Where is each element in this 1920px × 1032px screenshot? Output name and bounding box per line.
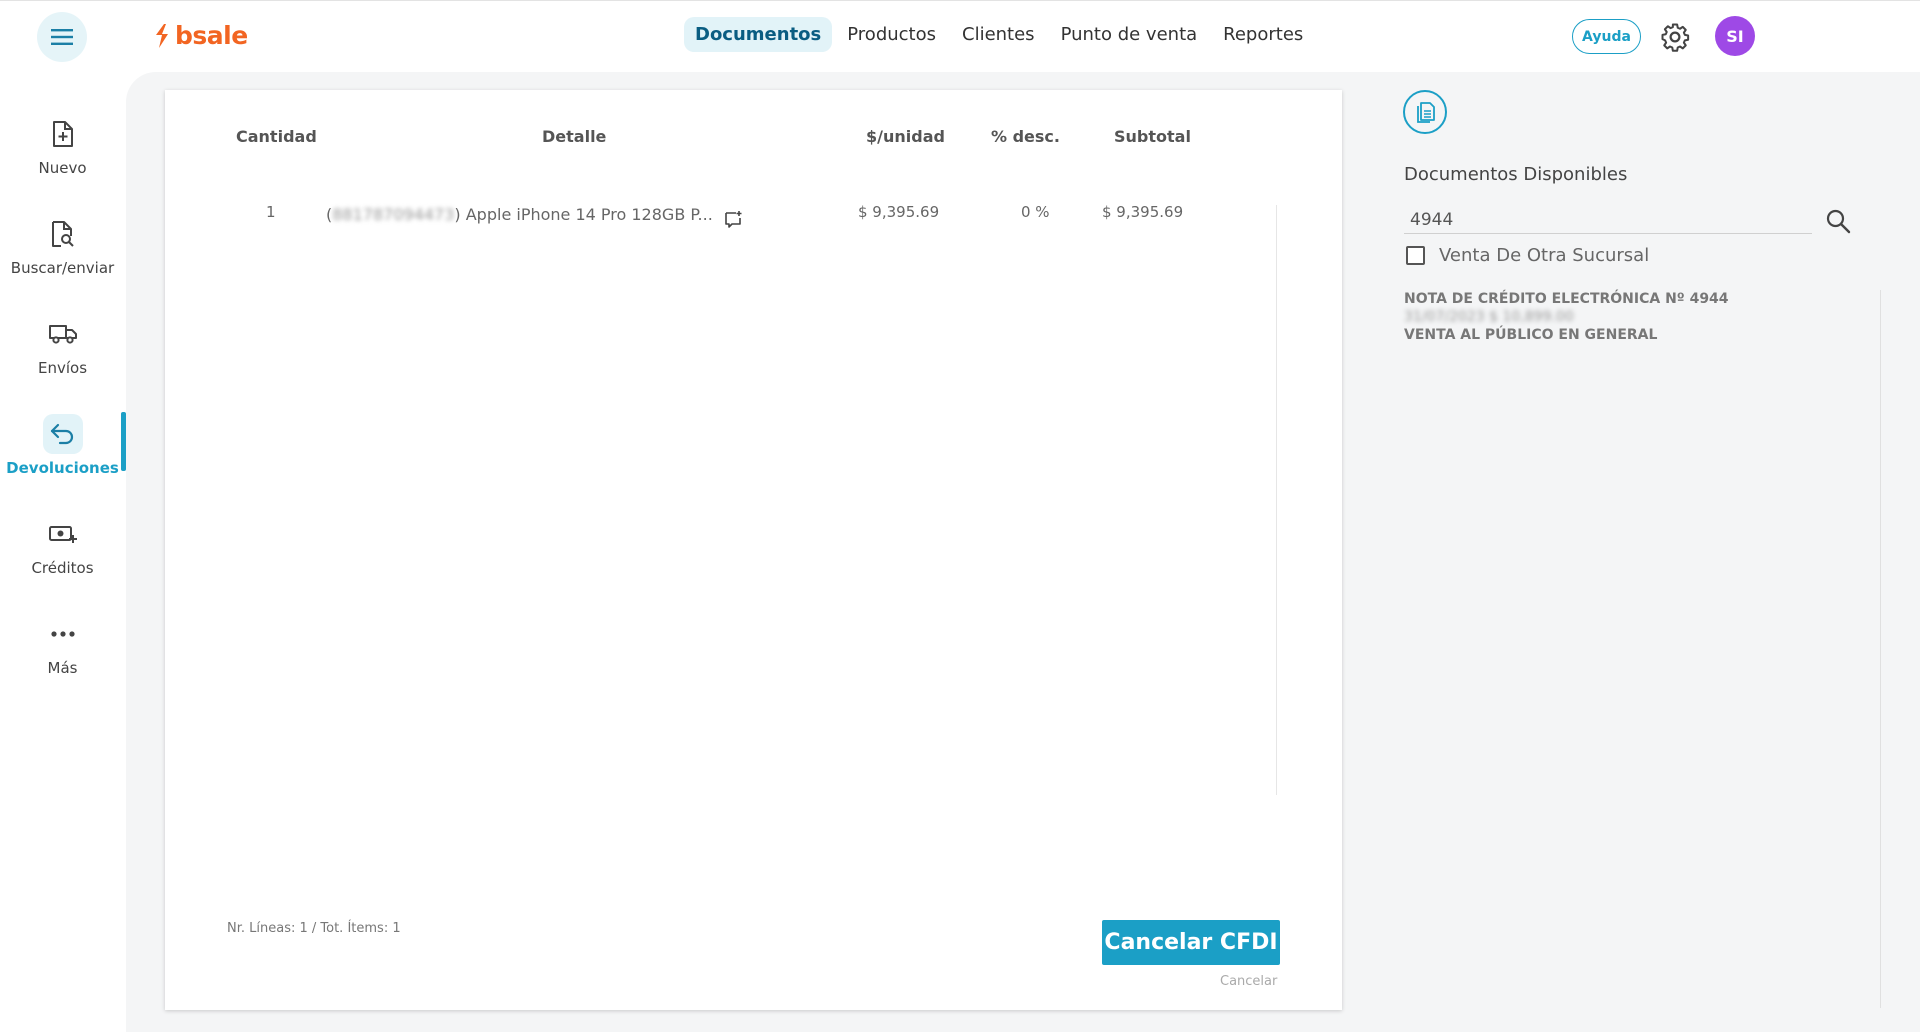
row-detail-code: 881787094473 xyxy=(332,205,455,224)
table-divider xyxy=(1276,205,1277,795)
row-subtotal: $ 9,395.69 xyxy=(1102,203,1184,221)
sidebar-item-label: Más xyxy=(47,659,78,677)
nav-documentos[interactable]: Documentos xyxy=(684,17,833,52)
panel-title: Documentos Disponibles xyxy=(1404,164,1628,185)
file-plus-icon xyxy=(52,121,73,147)
user-avatar[interactable]: SI xyxy=(1715,16,1755,56)
truck-icon xyxy=(48,325,77,344)
panel-divider xyxy=(1880,290,1881,1008)
sidebar-item-label: Devoluciones xyxy=(6,459,119,477)
nav-reportes[interactable]: Reportes xyxy=(1212,17,1314,52)
column-header-discount: % desc. xyxy=(991,127,1060,146)
other-branch-sale-label: Venta De Otra Sucursal xyxy=(1439,245,1650,266)
nav-punto-de-venta[interactable]: Punto de venta xyxy=(1050,17,1209,52)
row-unit-price: $ 9,395.69 xyxy=(858,203,940,221)
nav-clientes[interactable]: Clientes xyxy=(951,17,1046,52)
result-title: NOTA DE CRÉDITO ELECTRÓNICA Nº 4944 xyxy=(1404,291,1729,307)
row-detail[interactable]: (881787094473) Apple iPhone 14 Pro 128GB… xyxy=(326,205,713,224)
cash-plus-icon xyxy=(48,526,77,543)
sidebar-item-mas[interactable]: Más xyxy=(0,614,125,694)
sidebar-item-devoluciones[interactable]: Devoluciones xyxy=(0,414,125,494)
documents-panel-icon-button[interactable] xyxy=(1403,90,1447,134)
sidebar-item-nuevo[interactable]: Nuevo xyxy=(0,114,125,194)
sidebar-item-creditos[interactable]: Créditos xyxy=(0,514,125,594)
sidebar-item-label: Envíos xyxy=(37,359,88,377)
sidebar: Nuevo Buscar/enviar Envíos Devoluciones … xyxy=(0,70,125,1032)
sidebar-item-envios[interactable]: Envíos xyxy=(0,314,125,394)
search-icon[interactable] xyxy=(1825,208,1851,234)
sidebar-item-label: Buscar/enviar xyxy=(10,259,115,277)
cancel-cfdi-button[interactable]: Cancelar CFDI xyxy=(1102,920,1280,965)
return-arrow-icon xyxy=(50,423,73,445)
top-bar: bsale Documentos Productos Clientes Punt… xyxy=(0,0,1920,70)
result-client: VENTA AL PÚBLICO EN GENERAL xyxy=(1404,327,1658,343)
available-document-result[interactable]: NOTA DE CRÉDITO ELECTRÓNICA Nº 4944 31/0… xyxy=(1404,290,1729,344)
logo-text: bsale xyxy=(175,21,248,50)
row-quantity[interactable]: 1 xyxy=(266,203,276,221)
other-branch-sale-checkbox[interactable] xyxy=(1406,246,1425,265)
lines-items-summary: Nr. Líneas: 1 / Tot. Ítems: 1 xyxy=(227,921,401,936)
main-nav: Documentos Productos Clientes Punto de v… xyxy=(684,17,1314,52)
document-copy-icon xyxy=(1417,102,1435,123)
row-discount[interactable]: 0 % xyxy=(1021,203,1050,221)
hamburger-icon xyxy=(51,29,73,45)
bsale-logo[interactable]: bsale xyxy=(153,21,248,50)
column-header-cantidad: Cantidad xyxy=(236,127,317,146)
result-date-amount: 31/07/2023 $ 10,899.00 xyxy=(1404,309,1574,325)
column-header-subtotal: Subtotal xyxy=(1114,127,1191,146)
hamburger-menu-button[interactable] xyxy=(37,12,87,62)
bsale-logo-mark-icon xyxy=(156,23,168,48)
document-card xyxy=(165,90,1342,1010)
document-search-input[interactable] xyxy=(1404,206,1812,234)
help-button[interactable]: Ayuda xyxy=(1572,19,1641,54)
other-branch-sale-checkbox-row[interactable]: Venta De Otra Sucursal xyxy=(1406,245,1649,266)
sidebar-item-label: Nuevo xyxy=(38,159,87,177)
column-header-unit-price: $/unidad xyxy=(866,127,945,146)
nav-productos[interactable]: Productos xyxy=(836,17,947,52)
comment-add-icon[interactable] xyxy=(724,210,742,228)
more-dots-icon xyxy=(50,631,75,637)
cancel-link[interactable]: Cancelar xyxy=(1220,974,1277,989)
file-search-icon xyxy=(51,221,74,247)
sidebar-item-buscar-enviar[interactable]: Buscar/enviar xyxy=(0,214,125,294)
row-detail-text: ) Apple iPhone 14 Pro 128GB P... xyxy=(454,205,713,224)
sidebar-item-label: Créditos xyxy=(31,559,94,577)
column-header-detalle: Detalle xyxy=(542,127,607,146)
gear-icon[interactable] xyxy=(1660,22,1690,52)
